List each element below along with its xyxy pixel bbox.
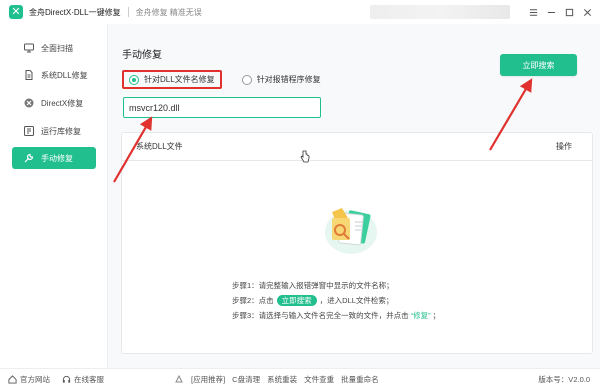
sidebar-item-label: 全面扫描 [41, 43, 73, 53]
step-3: 步骤3：请选择与输入文件名完全一致的文件，并点击 “修复” ； [232, 308, 440, 323]
minimize-icon[interactable] [544, 5, 558, 19]
menu-icon[interactable] [526, 5, 540, 19]
step-2: 步骤2：点击 立即搜索 ，进入DLL文件检索； [232, 293, 440, 308]
step-3-highlight: “修复” [410, 311, 431, 320]
step-1: 步骤1：请完整输入报错弹窗中显示的文件名称； [232, 278, 440, 293]
step-2-suffix: ，进入DLL文件检索； [319, 296, 394, 305]
radio-unselected-icon [241, 74, 252, 85]
sidebar-item-manual-repair[interactable]: 手动修复 [12, 147, 96, 169]
sidebar: 全面扫描 系统DLL修复 DirectX修复 运行库修复 手动修复 [0, 24, 108, 368]
app-subtitle: 金舟修复 精准无误 [135, 7, 202, 17]
online-support-link[interactable]: 在线客服 [62, 374, 104, 385]
wrench-icon [24, 153, 34, 163]
online-support-label: 在线客服 [74, 375, 104, 384]
maximize-icon[interactable] [562, 5, 576, 19]
close-icon[interactable] [580, 5, 594, 19]
search-now-button[interactable]: 立即搜索 [500, 54, 577, 76]
sidebar-item-system-dll[interactable]: 系统DLL修复 [12, 64, 96, 86]
official-website-link[interactable]: 官方网站 [8, 374, 50, 385]
results-table: 系统DLL文件 操作 步骤1：请完整输入报错弹窗中显示的文件名称； 步骤2：点击… [121, 132, 593, 354]
empty-state-illustration [325, 208, 377, 254]
main-panel: 手动修复 针对DLL文件名修复 针对报错程序修复 立即搜索 系统DLL文件 操作 [108, 24, 600, 368]
sidebar-item-label: 运行库修复 [41, 126, 81, 136]
status-bar: 官方网站 在线客服 [应用推荐] C盘清理 系统重装 文件查重 批量重命名 版本… [0, 368, 600, 390]
system-reinstall-link[interactable]: 系统重装 [267, 374, 297, 385]
official-website-label: 官方网站 [20, 375, 50, 384]
column-header-file: 系统DLL文件 [136, 142, 183, 151]
step-2-prefix: 步骤2：点击 [232, 296, 274, 305]
step-1-text: 步骤1：请完整输入报错弹窗中显示的文件名称； [232, 281, 394, 290]
instructions: 步骤1：请完整输入报错弹窗中显示的文件名称； 步骤2：点击 立即搜索 ，进入DL… [232, 278, 440, 323]
step-3-prefix: 步骤3：请选择与输入文件名完全一致的文件，并点击 [232, 311, 409, 320]
app-logo: ✕ [9, 5, 23, 19]
app-title: 金舟DirectX·DLL一键修复 [29, 7, 121, 17]
step-3-suffix: ； [432, 311, 441, 320]
radio-label: 针对报错程序修复 [256, 75, 321, 84]
column-header-action: 操作 [556, 142, 572, 151]
headset-icon [62, 375, 71, 383]
title-bar: ✕ 金舟DirectX·DLL一键修复 金舟修复 精准无误 [0, 0, 600, 24]
cursor-hand-icon [300, 150, 310, 163]
page-title: 手动修复 [122, 50, 162, 61]
radio-selected-icon [129, 74, 139, 85]
sidebar-item-label: 手动修复 [41, 153, 73, 163]
window-controls [526, 0, 594, 24]
app-recommend-icon [174, 374, 184, 386]
version-label: 版本号：V2.0.0 [538, 375, 590, 384]
app-recommend-link[interactable]: [应用推荐] [191, 374, 225, 385]
c-drive-cleanup-link[interactable]: C盘清理 [232, 374, 260, 385]
radio-error-program[interactable]: 针对报错程序修复 [241, 74, 321, 85]
sidebar-item-full-scan[interactable]: 全面扫描 [12, 37, 96, 59]
radio-dll-filename[interactable]: 针对DLL文件名修复 [122, 70, 222, 89]
sidebar-item-label: 系统DLL修复 [41, 70, 88, 80]
sidebar-item-label: DirectX修复 [41, 98, 84, 108]
monitor-icon [24, 43, 34, 53]
table-header: 系统DLL文件 操作 [122, 133, 592, 161]
dll-filename-input[interactable] [123, 97, 321, 118]
batch-rename-link[interactable]: 批量重命名 [341, 374, 379, 385]
home-icon [8, 375, 17, 384]
inline-search-badge: 立即搜索 [276, 295, 317, 306]
duplicate-files-link[interactable]: 文件查重 [304, 374, 334, 385]
title-divider [127, 7, 129, 17]
account-area[interactable] [370, 5, 510, 19]
library-icon [24, 126, 34, 136]
radio-label: 针对DLL文件名修复 [144, 75, 215, 84]
directx-icon [24, 98, 34, 108]
repair-mode-group: 针对DLL文件名修复 针对报错程序修复 [122, 70, 321, 89]
sidebar-item-runtime[interactable]: 运行库修复 [12, 120, 96, 142]
sidebar-item-directx[interactable]: DirectX修复 [12, 92, 96, 114]
dll-file-icon [24, 70, 34, 80]
